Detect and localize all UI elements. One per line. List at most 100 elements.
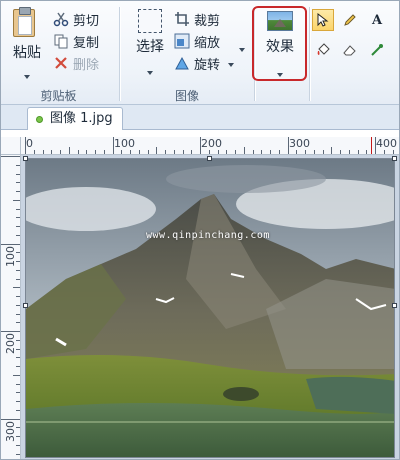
ruler-tick	[16, 173, 20, 175]
ruler-tick	[16, 313, 20, 315]
pencil-icon	[344, 14, 356, 26]
ruler-tick	[16, 436, 20, 437]
select-button[interactable]: 选择	[128, 9, 172, 79]
ruler-tick	[121, 150, 123, 154]
ruler-tick	[348, 150, 350, 154]
eraser-tool[interactable]	[339, 39, 361, 61]
text-tool[interactable]: A	[366, 9, 388, 31]
clipboard-group-label: 剪贴板	[40, 89, 77, 103]
resize-handle-top-center[interactable]	[207, 156, 212, 161]
pencil-tool[interactable]	[339, 9, 361, 31]
image-group: 选择 裁剪 缩放 旋转 图像	[122, 1, 252, 105]
ruler-tick	[340, 150, 341, 154]
resize-label: 缩放	[194, 35, 221, 51]
select-dropdown-arrow[interactable]	[147, 63, 153, 79]
ruler-tick	[112, 137, 114, 154]
ruler-tick	[1, 418, 20, 420]
canvas-area[interactable]: www.qinpinchang.com	[21, 155, 399, 459]
ruler-tick	[383, 150, 385, 154]
paste-label: 粘贴	[13, 45, 41, 61]
ruler-tick	[16, 339, 20, 341]
ruler-tick	[331, 147, 333, 154]
document-tab[interactable]: 图像 1.jpg	[27, 107, 123, 130]
ruler-tick	[305, 150, 306, 154]
rotate-dropdown-arrow[interactable]	[228, 56, 235, 71]
pointer-tool[interactable]	[312, 9, 334, 31]
ruler-tick	[16, 208, 20, 210]
ruler-tick	[16, 427, 20, 429]
ruler-tick	[95, 150, 96, 154]
ruler-tick	[16, 322, 20, 324]
horizontal-ruler: 0 100 200 300 400	[21, 137, 399, 155]
select-label: 选择	[136, 39, 164, 55]
ruler-tick	[182, 150, 184, 154]
color-picker-tool[interactable]	[366, 39, 388, 61]
ruler-tick	[278, 150, 280, 154]
ruler-tick	[33, 150, 35, 154]
ruler-tick	[16, 234, 20, 236]
effects-dropdown-arrow[interactable]	[277, 65, 283, 81]
select-icon	[138, 9, 162, 33]
ruler-tick	[60, 150, 61, 154]
copy-button[interactable]: 复制	[53, 31, 99, 51]
ruler-tick	[261, 150, 263, 154]
vertical-ruler: 100 200 300	[1, 155, 21, 459]
ruler-tick	[191, 150, 193, 154]
ruler-tick	[16, 401, 20, 402]
photo-watermark: www.qinpinchang.com	[146, 230, 270, 241]
paste-icon	[13, 7, 35, 37]
ruler-tick	[252, 150, 254, 154]
ruler-label: 400	[376, 137, 397, 150]
ruler-tick	[147, 150, 149, 154]
ruler-tick	[1, 156, 20, 157]
effects-label: 效果	[266, 39, 294, 55]
ruler-tick	[13, 374, 20, 376]
document-tab-strip: 图像 1.jpg	[1, 105, 399, 130]
ruler-tick	[217, 150, 219, 154]
ruler-tick	[243, 147, 245, 154]
clipboard-group: 粘贴 剪切 复制 删除 剪贴板	[1, 1, 116, 105]
resize-handle-middle-left[interactable]	[23, 303, 28, 308]
ruler-label: 200	[201, 137, 222, 150]
ruler-tick	[296, 150, 298, 154]
rotate-label: 旋转	[194, 57, 221, 73]
ruler-tick	[375, 137, 376, 154]
ruler-label: 300	[289, 137, 310, 150]
cut-label: 剪切	[73, 13, 100, 29]
ruler-label: 100	[4, 246, 17, 267]
ruler-label: 100	[114, 137, 135, 150]
ribbon: 粘贴 剪切 复制 删除 剪贴板 选择 裁剪 缩放 旋转 图像 效果 A	[1, 1, 399, 105]
ruler-tick	[1, 331, 20, 332]
ruler-tick	[270, 150, 271, 154]
paint-bucket-icon	[317, 43, 330, 55]
text-tool-icon: A	[371, 12, 383, 28]
cut-button[interactable]: 剪切	[53, 9, 99, 29]
crop-button[interactable]: 裁剪	[174, 9, 220, 29]
resize-button[interactable]: 缩放	[174, 31, 220, 51]
paste-dropdown-arrow[interactable]	[24, 67, 30, 83]
fill-tool[interactable]	[312, 39, 334, 61]
resize-handle-top-right[interactable]	[392, 156, 397, 161]
ruler-tick	[16, 383, 20, 385]
ribbon-separator	[119, 7, 120, 101]
effects-button[interactable]: 效果	[254, 9, 306, 79]
ruler-tick	[322, 150, 324, 154]
delete-button[interactable]: 删除	[53, 53, 99, 73]
ruler-tick	[103, 150, 105, 154]
rotate-button[interactable]: 旋转	[174, 53, 235, 73]
ruler-tick	[357, 150, 359, 154]
ruler-tick	[200, 137, 201, 154]
eraser-icon	[343, 45, 356, 56]
mountain-photo[interactable]: www.qinpinchang.com	[25, 158, 395, 458]
ruler-tick	[16, 357, 20, 359]
paste-button[interactable]: 粘贴	[7, 7, 47, 79]
ruler-cursor-marker	[371, 137, 372, 154]
ruler-corner	[1, 137, 21, 155]
ruler-tick	[51, 150, 53, 154]
scissors-icon	[53, 11, 69, 27]
resize-handle-top-left[interactable]	[23, 156, 28, 161]
image-dropdown-arrow[interactable]	[239, 41, 245, 55]
ruler-tick	[86, 150, 88, 154]
ruler-tick	[77, 150, 79, 154]
resize-handle-middle-right[interactable]	[392, 303, 397, 308]
